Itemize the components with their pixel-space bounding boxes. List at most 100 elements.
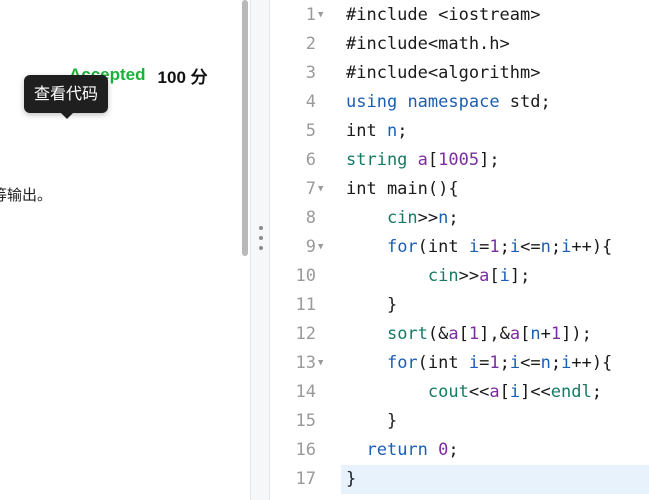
- code-token: 1: [489, 353, 500, 373]
- line-number: 17: [295, 469, 316, 489]
- code-token: ++){: [571, 237, 613, 257]
- code-token: i: [468, 353, 480, 373]
- drag-handle-icon: [259, 236, 263, 240]
- chevron-down-icon[interactable]: ▼: [318, 175, 323, 204]
- code-token: ];: [479, 150, 500, 170]
- code-token: i: [561, 237, 572, 257]
- code-line[interactable]: 13 ▼ for(int i=1;i<=n;i++){: [270, 349, 649, 378]
- code-token: ;: [499, 237, 510, 257]
- code-token: [: [520, 324, 531, 344]
- code-line[interactable]: 2 #include<math.h>: [270, 30, 649, 59]
- problem-description-fragment: 等输出。: [0, 186, 53, 204]
- line-number: 11: [295, 295, 316, 315]
- code-token: >>: [417, 208, 439, 228]
- code-token: [: [499, 382, 510, 402]
- code-token: n: [540, 237, 551, 257]
- code-line[interactable]: 3 #include<algorithm>: [270, 59, 649, 88]
- code-token: using: [346, 92, 398, 112]
- code-text: }: [346, 465, 356, 494]
- code-line[interactable]: 6 string a[1005];: [270, 146, 649, 175]
- left-scrollbar-thumb[interactable]: [242, 0, 248, 256]
- code-token: std;: [499, 92, 551, 112]
- code-text: for(int i=1;i<=n;i++){: [346, 349, 612, 378]
- code-token: ;: [448, 440, 459, 460]
- code-text: for(int i=1;i<=n;i++){: [346, 233, 612, 262]
- code-token: ],&: [479, 324, 510, 344]
- line-number: 4: [305, 92, 316, 112]
- code-token: i: [509, 382, 521, 402]
- code-token: cout: [427, 382, 469, 402]
- code-token: 1005: [438, 150, 480, 170]
- code-token: n: [530, 324, 541, 344]
- code-token: ]<<: [520, 382, 551, 402]
- code-line[interactable]: 4 using namespace std;: [270, 88, 649, 117]
- code-text: #include <iostream>: [346, 1, 540, 30]
- code-token: sort: [386, 324, 428, 344]
- code-line[interactable]: 8 cin>>n;: [270, 204, 649, 233]
- code-text: cout<<a[i]<<endl;: [346, 378, 602, 407]
- line-gutter: 17: [270, 465, 341, 494]
- code-token: 1: [468, 324, 480, 344]
- code-line[interactable]: 5 int n;: [270, 117, 649, 146]
- line-number: 16: [295, 440, 316, 460]
- code-token: for: [386, 353, 418, 373]
- code-token: int main(){: [346, 179, 459, 199]
- code-line[interactable]: 7 ▼ int main(){: [270, 175, 649, 204]
- code-token: <<: [468, 382, 490, 402]
- code-token: for: [386, 237, 418, 257]
- code-text: #include<math.h>: [346, 30, 510, 59]
- line-number: 2: [305, 34, 316, 54]
- code-token: endl: [550, 382, 592, 402]
- code-token: string: [346, 150, 408, 170]
- code-line[interactable]: 11 }: [270, 291, 649, 320]
- code-token: =: [479, 237, 490, 257]
- code-token: ;: [499, 353, 510, 373]
- code-text: cin>>a[i];: [346, 262, 530, 291]
- line-number: 13: [295, 353, 316, 373]
- drag-handle-icon: [259, 226, 263, 230]
- code-line[interactable]: 12 sort(&a[1],&a[n+1]);: [270, 320, 649, 349]
- line-number: 9: [305, 237, 316, 257]
- line-number: 5: [305, 121, 316, 141]
- line-number: 6: [305, 150, 316, 170]
- code-editor[interactable]: 1 ▼ #include <iostream> 2 #include<math.h> 3 #…: [270, 0, 649, 500]
- code-line[interactable]: 1 ▼ #include <iostream>: [270, 1, 649, 30]
- code-token: return: [366, 440, 428, 460]
- code-token: <=: [520, 353, 541, 373]
- code-token: i: [509, 353, 521, 373]
- code-token: <=: [520, 237, 541, 257]
- code-line[interactable]: 9 ▼ for(int i=1;i<=n;i++){: [270, 233, 649, 262]
- code-line[interactable]: 10 cin>>a[i];: [270, 262, 649, 291]
- code-text: sort(&a[1],&a[n+1]);: [346, 320, 592, 349]
- line-number: 8: [305, 208, 316, 228]
- line-number: 10: [295, 266, 316, 286]
- code-token: +: [540, 324, 551, 344]
- code-token: }: [346, 295, 398, 315]
- chevron-down-icon[interactable]: ▼: [318, 233, 323, 262]
- code-token: ;: [397, 121, 408, 141]
- code-token: a: [489, 382, 500, 402]
- chevron-down-icon[interactable]: ▼: [318, 349, 323, 378]
- code-line[interactable]: 16 return 0;: [270, 436, 649, 465]
- code-line-active[interactable]: 17}: [341, 465, 649, 494]
- code-line[interactable]: 15 }: [270, 407, 649, 436]
- code-token: ;: [550, 353, 562, 373]
- pane-splitter[interactable]: [250, 0, 270, 500]
- code-token: a: [509, 324, 521, 344]
- line-number: 1: [305, 5, 316, 25]
- code-token: namespace: [407, 92, 500, 112]
- code-token: ;: [448, 208, 459, 228]
- view-code-tooltip: 查看代码: [24, 75, 109, 119]
- code-token: i: [561, 353, 572, 373]
- code-token: [: [458, 324, 469, 344]
- code-token: >>: [458, 266, 480, 286]
- code-token: (&: [427, 324, 449, 344]
- code-line[interactable]: 14 cout<<a[i]<<endl;: [270, 378, 649, 407]
- problem-panel: Accepted 100 分 查看代码 等输出。: [0, 0, 250, 500]
- chevron-down-icon[interactable]: ▼: [318, 1, 323, 30]
